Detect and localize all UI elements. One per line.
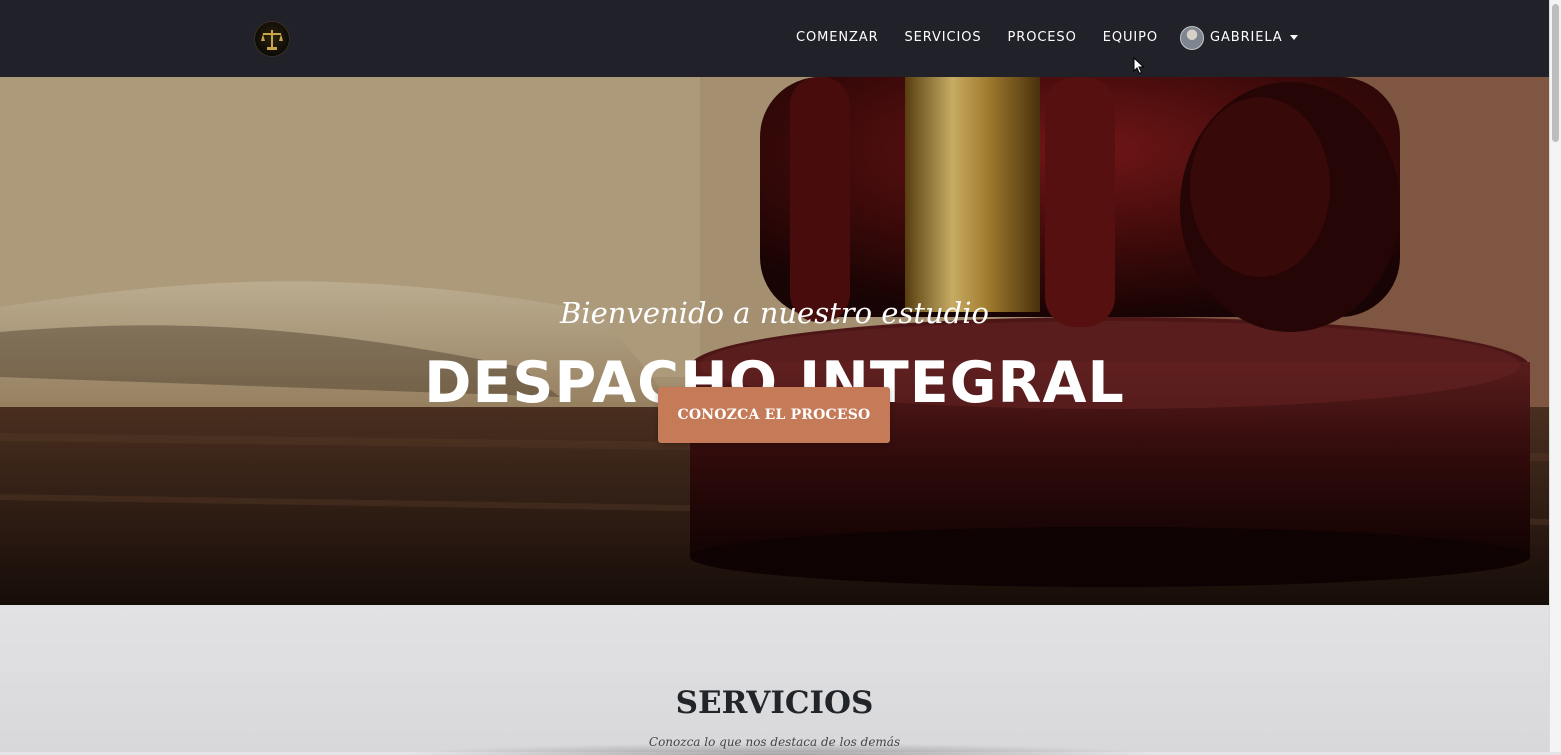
scrollbar-thumb[interactable] [1552,4,1559,142]
user-name: GABRIELA [1210,30,1283,45]
hero-section: Bienvenido a nuestro estudio DESPACHO IN… [0,77,1549,605]
caret-down-icon [1289,35,1298,40]
nav-link-comenzar[interactable]: COMENZAR [796,30,879,45]
user-dropdown-toggle[interactable]: GABRIELA [1180,25,1298,50]
top-navbar: COMENZAR SERVICIOS PROCESO EQUIPO GABRIE… [0,0,1549,77]
user-avatar-icon [1180,25,1204,50]
conozca-el-proceso-button[interactable]: CONOZCA EL PROCESO [658,387,890,443]
services-subtitle: Conozca lo que nos destaca de los demás [648,735,901,749]
hero-subtitle: Bienvenido a nuestro estudio [560,296,989,330]
nav-menu: COMENZAR SERVICIOS PROCESO EQUIPO [796,27,1184,47]
page-scrollbar[interactable] [1549,0,1561,752]
mouse-cursor-icon [1133,57,1145,75]
judge-gavel-image [0,77,1549,605]
nav-link-servicios[interactable]: SERVICIOS [905,30,982,45]
services-section: SERVICIOS Conozca lo que nos destaca de … [0,605,1549,755]
nav-link-equipo[interactable]: EQUIPO [1103,30,1158,45]
scales-of-justice-icon[interactable] [255,22,289,56]
services-title: SERVICIOS [675,685,874,721]
nav-link-proceso[interactable]: PROCESO [1008,30,1077,45]
